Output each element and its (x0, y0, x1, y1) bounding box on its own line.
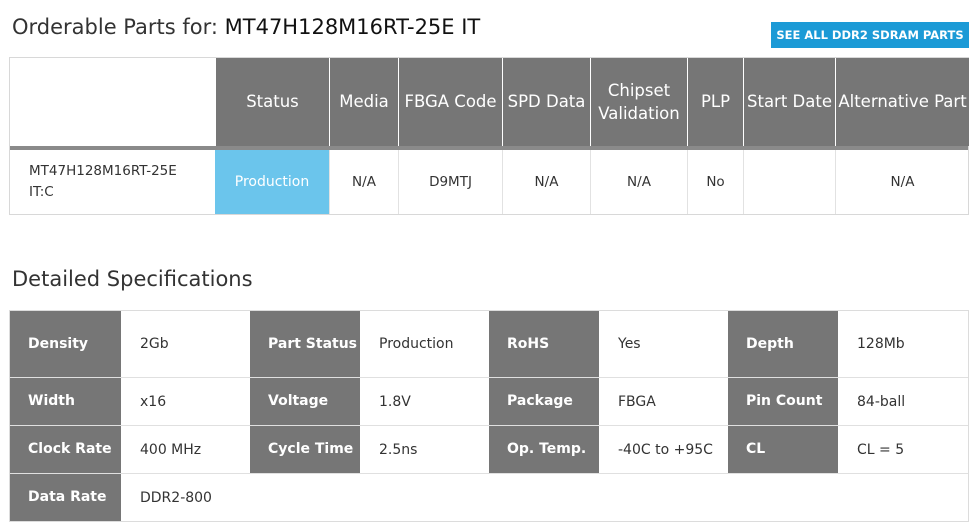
see-all-parts-button[interactable]: SEE ALL DDR2 SDRAM PARTS (771, 22, 969, 48)
column-header-plp: PLP (687, 58, 743, 146)
section-title-detailed-specifications: Detailed Specifications (12, 267, 253, 291)
spec-value-part-status: Production (361, 311, 489, 377)
spec-value-clock-rate: 400 MHz (122, 426, 250, 473)
spec-row: Clock Rate 400 MHz Cycle Time 2.5ns Op. … (10, 426, 968, 474)
chipset-validation-cell: N/A (590, 150, 687, 214)
spec-label-density: Density (10, 311, 122, 377)
column-header-alternative-part: Alternative Part (835, 58, 969, 146)
status-badge: Production (215, 150, 329, 214)
spec-row: Width x16 Voltage 1.8V Package FBGA Pin … (10, 378, 968, 426)
orderable-parts-table: Status Media FBGA Code SPD Data Chipset … (9, 57, 969, 215)
spec-label-rohs: RoHS (489, 311, 600, 377)
spd-data-cell: N/A (502, 150, 590, 214)
spec-label-part-status: Part Status (250, 311, 361, 377)
spec-value-cl: CL = 5 (839, 426, 968, 473)
plp-cell: No (687, 150, 743, 214)
spec-value-rohs: Yes (600, 311, 728, 377)
page-title-part-number: MT47H128M16RT-25E IT (224, 15, 481, 39)
spec-label-cycle-time: Cycle Time (250, 426, 361, 473)
spec-row: Density 2Gb Part Status Production RoHS … (10, 311, 968, 378)
spec-value-data-rate: DDR2-800 (122, 474, 250, 521)
spec-value-depth: 128Mb (839, 311, 968, 377)
spec-label-depth: Depth (728, 311, 839, 377)
spec-label-clock-rate: Clock Rate (10, 426, 122, 473)
spec-row: Data Rate DDR2-800 (10, 474, 250, 521)
spec-value-cycle-time: 2.5ns (361, 426, 489, 473)
table-row: MT47H128M16RT-25E IT:C Production N/A D9… (10, 150, 969, 214)
alternative-part-cell: N/A (835, 150, 969, 214)
detailed-specifications-table: Density 2Gb Part Status Production RoHS … (9, 310, 969, 522)
column-header-spd-data: SPD Data (502, 58, 590, 146)
spec-label-op-temp: Op. Temp. (489, 426, 600, 473)
spec-value-density: 2Gb (122, 311, 250, 377)
header-blank-cell (10, 58, 215, 146)
part-number-cell[interactable]: MT47H128M16RT-25E IT:C (10, 150, 215, 214)
spec-label-voltage: Voltage (250, 378, 361, 425)
column-header-chipset-validation: Chipset Validation (590, 58, 687, 146)
spec-value-package: FBGA (600, 378, 728, 425)
spec-label-width: Width (10, 378, 122, 425)
start-date-cell (743, 150, 835, 214)
page-title-prefix: Orderable Parts for: (12, 15, 225, 39)
spec-value-pin-count: 84-ball (839, 378, 968, 425)
column-header-start-date: Start Date (743, 58, 835, 146)
spec-label-package: Package (489, 378, 600, 425)
table-header-row: Status Media FBGA Code SPD Data Chipset … (10, 58, 969, 146)
spec-value-width: x16 (122, 378, 250, 425)
spec-label-pin-count: Pin Count (728, 378, 839, 425)
column-header-fbga-code: FBGA Code (398, 58, 502, 146)
spec-label-data-rate: Data Rate (10, 474, 122, 521)
media-cell: N/A (329, 150, 398, 214)
fbga-code-cell: D9MTJ (398, 150, 502, 214)
spec-value-voltage: 1.8V (361, 378, 489, 425)
column-header-media: Media (329, 58, 398, 146)
spec-label-cl: CL (728, 426, 839, 473)
spec-value-op-temp: -40C to +95C (600, 426, 728, 473)
page-title: Orderable Parts for: MT47H128M16RT-25E I… (12, 15, 480, 39)
column-header-status: Status (215, 58, 329, 146)
